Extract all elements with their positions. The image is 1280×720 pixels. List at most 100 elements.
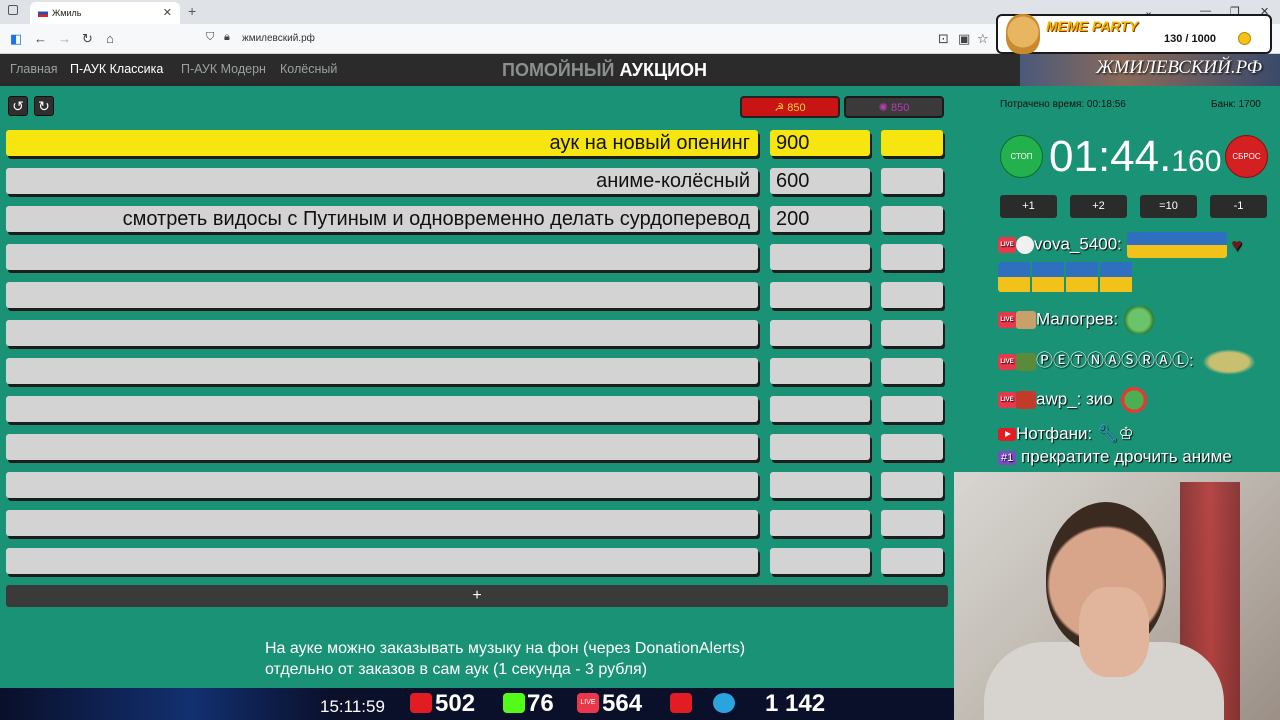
- lot-amount-field[interactable]: [770, 472, 870, 498]
- vk-viewers: 564: [602, 690, 643, 717]
- chat-message: LIVE vova_5400: ♥: [998, 232, 1249, 258]
- chat-user: Малогрев:: [1036, 309, 1119, 329]
- bookmark-star-icon[interactable]: ☆: [977, 31, 989, 47]
- lot-extra-field[interactable]: [881, 358, 943, 384]
- pocket-icon[interactable]: ▣: [958, 31, 970, 47]
- sidebar-toggle-icon[interactable]: [8, 5, 18, 15]
- minus-1-button[interactable]: -1: [1210, 195, 1267, 218]
- screenshot-icon[interactable]: ⊡: [938, 31, 949, 47]
- lot-amount-field[interactable]: [770, 434, 870, 460]
- redo-button[interactable]: ↻: [34, 96, 54, 116]
- lot-name-field[interactable]: [6, 510, 758, 536]
- lot-extra-field[interactable]: [881, 510, 943, 536]
- notice-line-1: На ауке можно заказывать музыку на фон (…: [265, 640, 746, 657]
- lot-extra-field[interactable]: [881, 206, 943, 232]
- flag-emote-row: [998, 262, 1134, 292]
- page-title-part1: ПОМОЙНЫЙ: [502, 60, 615, 80]
- add-2-button[interactable]: +2: [1070, 195, 1127, 218]
- lot-amount-field[interactable]: 200: [770, 206, 870, 232]
- close-tab-icon[interactable]: ✕: [163, 6, 172, 19]
- vk-live-icon: LIVE: [998, 312, 1016, 328]
- chat-message: LIVE Малогрев:: [998, 306, 1155, 334]
- lot-name-field[interactable]: [6, 472, 758, 498]
- lot-name-field[interactable]: аниме-колёсный: [6, 168, 758, 194]
- chat-user: Нотфани:: [1016, 424, 1093, 443]
- lot-amount-field[interactable]: [770, 358, 870, 384]
- lot-row: [6, 396, 946, 422]
- meme-party-widget: MEME PARTY 130 / 1000: [996, 14, 1272, 54]
- vote-dark-label: 850: [890, 102, 910, 114]
- undo-button[interactable]: ↺: [8, 96, 28, 116]
- browser-tab[interactable]: Жмиль ✕: [30, 2, 180, 24]
- lot-amount-field[interactable]: [770, 396, 870, 422]
- extensions-icon[interactable]: ◧: [10, 31, 22, 47]
- lot-name-field[interactable]: [6, 548, 758, 574]
- kick-viewers: 76: [527, 690, 554, 717]
- lot-name-field[interactable]: аук на новый опенинг: [6, 130, 758, 156]
- user-avatar: [1016, 236, 1034, 254]
- lot-amount-field[interactable]: [770, 320, 870, 346]
- lot-amount-field[interactable]: [770, 282, 870, 308]
- lot-name-field[interactable]: [6, 358, 758, 384]
- lot-extra-field[interactable]: [881, 130, 943, 156]
- nav-home[interactable]: Главная: [10, 62, 58, 76]
- lot-amount-field[interactable]: 900: [770, 130, 870, 156]
- nav-wheel[interactable]: Колёсный: [280, 62, 337, 76]
- notice-text: На ауке можно заказывать музыку на фон (…: [265, 638, 745, 680]
- chat-user: vova_5400:: [1034, 234, 1122, 254]
- chat-user: ⓅⒺⓉⓃⒶⓈⓇⒶⓁ:: [1036, 351, 1194, 370]
- set-10-button[interactable]: =10: [1140, 195, 1197, 218]
- lot-row: [6, 510, 946, 536]
- vote-red-button[interactable]: ☭ 850: [740, 96, 840, 118]
- bank-total: Банк: 1700: [1211, 99, 1261, 110]
- lot-name-field[interactable]: [6, 320, 758, 346]
- lot-extra-field[interactable]: [881, 320, 943, 346]
- coin-icon: [1238, 32, 1251, 45]
- lot-name-field[interactable]: [6, 282, 758, 308]
- shield-icon[interactable]: ⛉: [206, 31, 214, 44]
- lot-extra-field[interactable]: [881, 282, 943, 308]
- address-bar[interactable]: ⛉ 🔒︎ жмилевский.рф: [200, 28, 990, 50]
- banner-text: ЖМИЛЕВСКИЙ.РФ: [1096, 57, 1262, 78]
- lot-extra-field[interactable]: [881, 244, 943, 270]
- user-avatar: [1016, 311, 1036, 329]
- lot-amount-field[interactable]: 600: [770, 168, 870, 194]
- stop-button[interactable]: СТОП: [1000, 135, 1043, 178]
- lot-name-field[interactable]: [6, 244, 758, 270]
- chat-overlay: LIVE vova_5400: ♥ LIVE Малогрев: LIVE ⓅⒺⓉⓃⒶ…: [990, 230, 1280, 472]
- lot-amount-field[interactable]: [770, 548, 870, 574]
- url-text: жмилевский.рф: [242, 33, 315, 44]
- new-tab-icon[interactable]: +: [188, 3, 196, 19]
- lot-amount-field[interactable]: [770, 510, 870, 536]
- back-icon[interactable]: ←: [34, 31, 47, 46]
- vote-dark-button[interactable]: ✺ 850: [844, 96, 944, 118]
- reset-button[interactable]: СБРОС: [1225, 135, 1268, 178]
- lot-extra-field[interactable]: [881, 168, 943, 194]
- ticker-clock: 15:11:59: [320, 697, 385, 716]
- nav-classic[interactable]: П-АУК Классика: [70, 62, 163, 76]
- lot-extra-field[interactable]: [881, 434, 943, 460]
- flame-icon: ✺: [878, 102, 888, 114]
- lot-extra-field[interactable]: [881, 548, 943, 574]
- reload-icon[interactable]: ↻: [82, 31, 93, 47]
- lot-name-field[interactable]: [6, 434, 758, 460]
- site-banner: ЖМИЛЕВСКИЙ.РФ: [1020, 54, 1280, 86]
- youtube-icon: [998, 428, 1016, 442]
- lock-icon[interactable]: 🔒︎: [224, 31, 230, 44]
- forward-icon[interactable]: →: [58, 31, 71, 46]
- timer-main: 01:44.: [1049, 132, 1172, 181]
- add-lot-button[interactable]: +: [6, 585, 948, 607]
- lot-name-field[interactable]: смотреть видосы с Путиным и одновременно…: [6, 206, 758, 232]
- add-1-button[interactable]: +1: [1000, 195, 1057, 218]
- nav-modern[interactable]: П-АУК Модерн: [181, 62, 266, 76]
- youtube-viewers: 502: [435, 690, 476, 717]
- webcam-person-hand: [1079, 587, 1149, 677]
- lot-extra-field[interactable]: [881, 472, 943, 498]
- home-icon[interactable]: ⌂: [106, 31, 114, 46]
- lot-row: [6, 244, 946, 270]
- lot-extra-field[interactable]: [881, 396, 943, 422]
- redo-icon: ↻: [38, 98, 50, 114]
- lot-amount-field[interactable]: [770, 244, 870, 270]
- lot-name-field[interactable]: [6, 396, 758, 422]
- pepe-emote: [1117, 386, 1150, 414]
